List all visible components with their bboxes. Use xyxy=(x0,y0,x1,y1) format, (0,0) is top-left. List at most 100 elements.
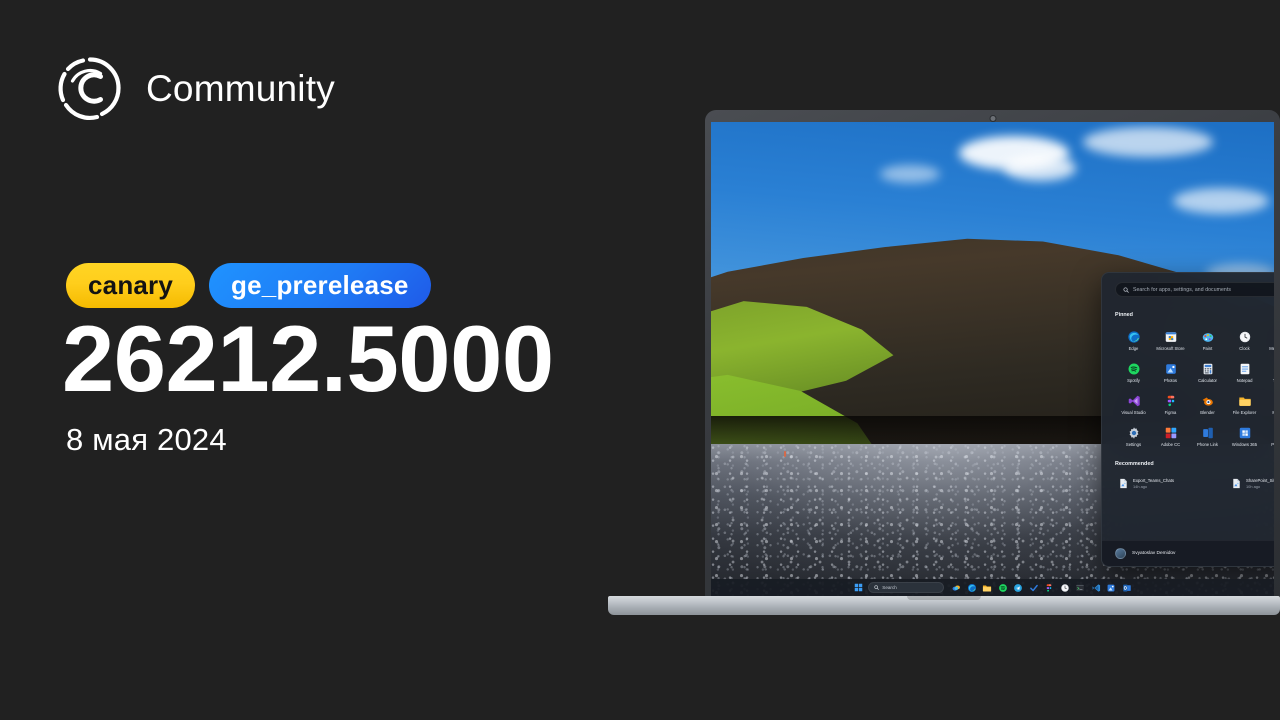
list-item[interactable]: SharePoint_Site_Set_Read_Only_All 10h ag… xyxy=(1228,476,1274,491)
document-file-icon xyxy=(1120,479,1127,489)
notepad-icon xyxy=(1237,361,1252,376)
start-menu-search-placeholder: Search for apps, settings, and documents xyxy=(1133,286,1232,293)
file-explorer-icon[interactable] xyxy=(982,582,993,593)
pinned-app-paint[interactable]: Paint xyxy=(1189,327,1226,353)
pinned-app-settings[interactable]: Settings xyxy=(1115,423,1152,449)
adobe-cc-icon xyxy=(1163,425,1178,440)
wallpaper-cloud xyxy=(1082,126,1213,157)
start-menu-user-bar: Svyatoslav Demidov xyxy=(1102,540,1274,566)
windows-start-icon[interactable] xyxy=(853,582,864,593)
start-menu-body: Search for apps, settings, and documents… xyxy=(1102,273,1274,540)
user-avatar-icon[interactable] xyxy=(1115,548,1126,559)
calculator-icon xyxy=(1200,361,1215,376)
start-menu-search-input[interactable]: Search for apps, settings, and documents xyxy=(1115,282,1274,297)
pinned-app-visual-studio[interactable]: Visual Studio xyxy=(1115,391,1152,417)
figma-icon xyxy=(1163,393,1178,408)
taskbar-search-input[interactable]: Search xyxy=(868,582,945,593)
outlook-icon[interactable] xyxy=(1121,582,1132,593)
pinned-title: Pinned xyxy=(1115,311,1133,318)
pinned-app-microsoft-store[interactable]: Microsoft Store xyxy=(1152,327,1189,353)
release-date: 8 мая 2024 xyxy=(66,422,227,457)
pinned-app-label: Spotify xyxy=(1127,377,1140,383)
file-text: Export_Teams_Chats 14h ago xyxy=(1133,478,1174,489)
vs-code-icon[interactable] xyxy=(1090,582,1101,593)
file-explorer-icon xyxy=(1237,393,1252,408)
pinned-app-label: Paint xyxy=(1202,345,1213,351)
release-badges: canary ge_prerelease xyxy=(66,263,431,308)
pinned-app-spotify[interactable]: Spotify xyxy=(1115,359,1152,385)
pinned-app-notepad[interactable]: Notepad xyxy=(1226,359,1263,385)
pinned-app-clock[interactable]: Clock xyxy=(1226,327,1263,353)
file-time: 10h ago xyxy=(1246,484,1261,490)
spotify-icon xyxy=(1126,361,1141,376)
taskbar: Search xyxy=(711,579,1274,596)
build-number: 26212.5000 xyxy=(62,306,554,411)
status-badge-canary: canary xyxy=(66,263,196,308)
pinned-app-label: Clock xyxy=(1239,345,1250,351)
recommended-title: Recommended xyxy=(1115,460,1154,467)
clock-icon xyxy=(1237,329,1252,344)
pinned-app-windows-365[interactable]: Windows 365 xyxy=(1226,423,1263,449)
laptop-trackpad-notch xyxy=(907,596,981,600)
list-item[interactable]: Export_Teams_Chats 14h ago xyxy=(1115,476,1224,491)
pinned-app-label: Telegram xyxy=(1273,378,1274,384)
pinned-app-label: Microsoft Store xyxy=(1156,345,1185,351)
pinned-app-label: Photos xyxy=(1163,377,1178,383)
document-file-icon xyxy=(1233,479,1240,489)
copilot-icon[interactable] xyxy=(951,582,962,593)
laptop-lid: Search for apps, settings, and documents… xyxy=(705,110,1280,596)
terminal-icon[interactable] xyxy=(1075,582,1086,593)
pinned-app-telegram[interactable]: Telegram xyxy=(1263,359,1274,385)
pinned-app-ms-office[interactable]: MS Office xyxy=(1263,391,1274,417)
pinned-app-label: Media Player xyxy=(1269,345,1274,351)
file-text: SharePoint_Site_Set_Read_Only_All 10h ag… xyxy=(1246,478,1274,489)
pinned-app-powertoys[interactable]: PowerToys xyxy=(1263,423,1274,449)
pinned-app-media-player[interactable]: Media Player xyxy=(1263,327,1274,353)
clock-icon[interactable] xyxy=(1059,582,1070,593)
settings-gear-icon xyxy=(1126,425,1141,440)
spotify-icon[interactable] xyxy=(997,582,1008,593)
pinned-app-calculator[interactable]: Calculator xyxy=(1189,359,1226,385)
webcam-dot-icon xyxy=(990,116,995,121)
visual-studio-icon xyxy=(1126,393,1141,408)
user-name: Svyatoslav Demidov xyxy=(1132,551,1176,556)
pinned-app-label: Figma xyxy=(1164,409,1177,415)
search-icon xyxy=(1123,286,1129,293)
file-name: SharePoint_Site_Set_Read_Only_All xyxy=(1246,478,1274,484)
pinned-app-phone-link[interactable]: Phone Link xyxy=(1189,423,1226,449)
paint-icon xyxy=(1200,329,1215,344)
pinned-app-label: Calculator xyxy=(1198,377,1217,383)
file-name: Export_Teams_Chats xyxy=(1133,478,1175,484)
community-circle-c-logo-icon xyxy=(56,54,124,122)
pinned-app-label: Edge xyxy=(1128,345,1139,351)
pinned-app-label: Visual Studio xyxy=(1121,409,1146,415)
microsoft-store-icon xyxy=(1163,329,1178,344)
windows-365-icon xyxy=(1237,425,1252,440)
edge-icon[interactable] xyxy=(966,582,977,593)
laptop-base xyxy=(608,596,1280,615)
telegram-icon[interactable] xyxy=(1013,582,1024,593)
pinned-app-photos[interactable]: Photos xyxy=(1152,359,1189,385)
photos-icon[interactable] xyxy=(1106,582,1117,593)
pinned-app-label: Blender xyxy=(1200,409,1215,415)
wallpaper-cloud xyxy=(879,164,940,183)
pinned-app-label: File Explorer xyxy=(1232,409,1257,415)
wallpaper-cloud xyxy=(1003,155,1076,182)
blender-icon xyxy=(1200,393,1215,408)
recommended-section-header: Recommended More xyxy=(1115,458,1274,469)
pinned-app-file-explorer[interactable]: File Explorer xyxy=(1226,391,1263,417)
edge-icon xyxy=(1126,329,1141,344)
phone-link-icon xyxy=(1200,425,1215,440)
pinned-app-label: Phone Link xyxy=(1197,441,1218,447)
pinned-app-blender[interactable]: Blender xyxy=(1189,391,1226,417)
laptop-device: Search for apps, settings, and documents… xyxy=(608,110,1280,620)
recommended-list: Export_Teams_Chats 14h ago SharePoint_S … xyxy=(1115,476,1274,491)
pinned-app-adobe-cc[interactable]: Adobe CC xyxy=(1152,423,1189,449)
brand-header: Community xyxy=(56,54,335,122)
search-icon xyxy=(874,585,880,590)
pinned-app-figma[interactable]: Figma xyxy=(1152,391,1189,417)
pinned-app-edge[interactable]: Edge xyxy=(1115,327,1152,353)
pinned-apps-grid: Edge Microsoft Store Paint Clock M Spoti… xyxy=(1115,327,1274,449)
to-do-icon[interactable] xyxy=(1028,582,1039,593)
figma-icon[interactable] xyxy=(1044,582,1055,593)
